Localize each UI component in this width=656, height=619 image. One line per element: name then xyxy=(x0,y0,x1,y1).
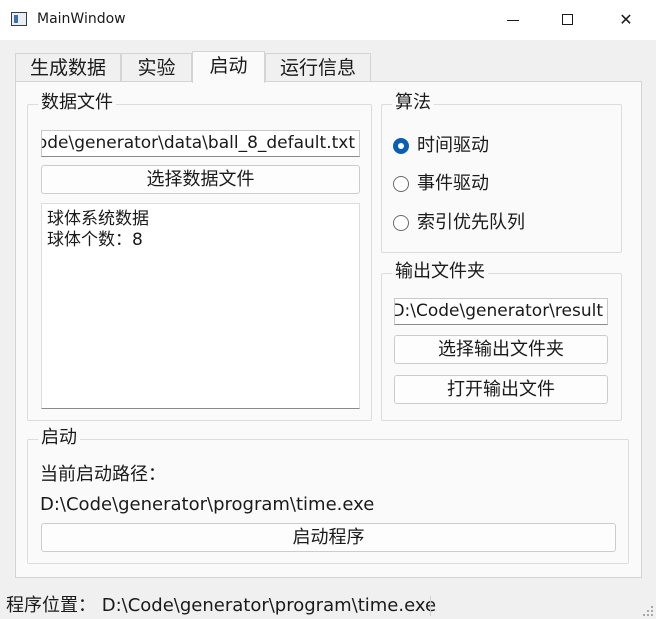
data-file-group: 数据文件 D:\Code\generator\data\ball_8_defau… xyxy=(27,92,372,421)
algorithm-group-title: 算法 xyxy=(392,92,434,114)
tab-label: 运行信息 xyxy=(279,57,356,79)
data-info-line: 球体系统数据 xyxy=(47,209,149,229)
status-bar: 程序位置： D:\Code\generator\program\time.exe xyxy=(0,594,656,619)
program-location-status: 程序位置： D:\Code\generator\program\time.exe xyxy=(6,595,437,616)
launch-group-title: 启动 xyxy=(38,427,80,449)
current-launch-path-value: D:\Code\generator\program\time.exe xyxy=(40,494,375,515)
output-folder-path-value: D:\Code\generator\result xyxy=(394,301,603,321)
maximize-icon xyxy=(562,14,573,25)
close-icon: ✕ xyxy=(619,10,633,29)
radio-checked-icon xyxy=(393,138,409,154)
tab-label: 实验 xyxy=(137,57,176,79)
data-info-line: 球体个数：8 xyxy=(47,230,143,250)
radio-event-driven[interactable]: 事件驱动 xyxy=(393,171,573,197)
title-bar: MainWindow ✕ xyxy=(0,0,656,40)
data-file-group-title: 数据文件 xyxy=(38,92,116,114)
tab-experiment[interactable]: 实验 xyxy=(121,53,192,82)
radio-time-driven[interactable]: 时间驱动 xyxy=(393,133,573,159)
tab-run-info[interactable]: 运行信息 xyxy=(265,53,371,82)
open-output-file-button[interactable]: 打开输出文件 xyxy=(394,375,608,404)
data-file-path-value: D:\Code\generator\data\ball_8_default.tx… xyxy=(42,133,355,153)
window-title: MainWindow xyxy=(37,11,126,27)
maximize-button[interactable] xyxy=(545,0,591,40)
data-file-path-input[interactable]: D:\Code\generator\data\ball_8_default.tx… xyxy=(41,130,360,157)
select-data-file-button[interactable]: 选择数据文件 xyxy=(41,165,360,194)
output-folder-group-title: 输出文件夹 xyxy=(392,261,488,283)
algorithm-group: 算法 时间驱动 事件驱动 索引优先队列 xyxy=(381,92,622,253)
launch-group: 启动 当前启动路径： D:\Code\generator\program\tim… xyxy=(27,427,629,564)
select-output-folder-button[interactable]: 选择输出文件夹 xyxy=(394,335,608,364)
tab-label: 启动 xyxy=(209,55,248,77)
radio-label: 索引优先队列 xyxy=(417,212,525,233)
minimize-icon xyxy=(507,20,519,21)
radio-label: 时间驱动 xyxy=(417,135,489,156)
status-separator xyxy=(430,596,431,616)
resize-grip-icon[interactable] xyxy=(643,606,653,616)
tab-generate-data[interactable]: 生成数据 xyxy=(15,53,121,82)
tab-panel: 数据文件 D:\Code\generator\data\ball_8_defau… xyxy=(15,81,642,578)
output-folder-group: 输出文件夹 D:\Code\generator\result 选择输出文件夹 打… xyxy=(381,261,622,421)
app-window-icon xyxy=(11,12,27,26)
tab-launch[interactable]: 启动 xyxy=(192,51,265,83)
close-button[interactable]: ✕ xyxy=(603,0,649,40)
radio-label: 事件驱动 xyxy=(417,173,489,194)
radio-indexed-priority-queue[interactable]: 索引优先队列 xyxy=(393,210,593,236)
current-launch-path-label: 当前启动路径： xyxy=(40,464,166,485)
radio-unchecked-icon xyxy=(393,176,409,192)
minimize-button[interactable] xyxy=(490,0,536,40)
output-folder-path-input[interactable]: D:\Code\generator\result xyxy=(394,298,608,325)
tab-label: 生成数据 xyxy=(29,57,106,79)
radio-unchecked-icon xyxy=(393,215,409,231)
data-info-text-area[interactable]: 球体系统数据 球体个数：8 xyxy=(41,203,360,409)
launch-program-button[interactable]: 启动程序 xyxy=(41,523,616,552)
